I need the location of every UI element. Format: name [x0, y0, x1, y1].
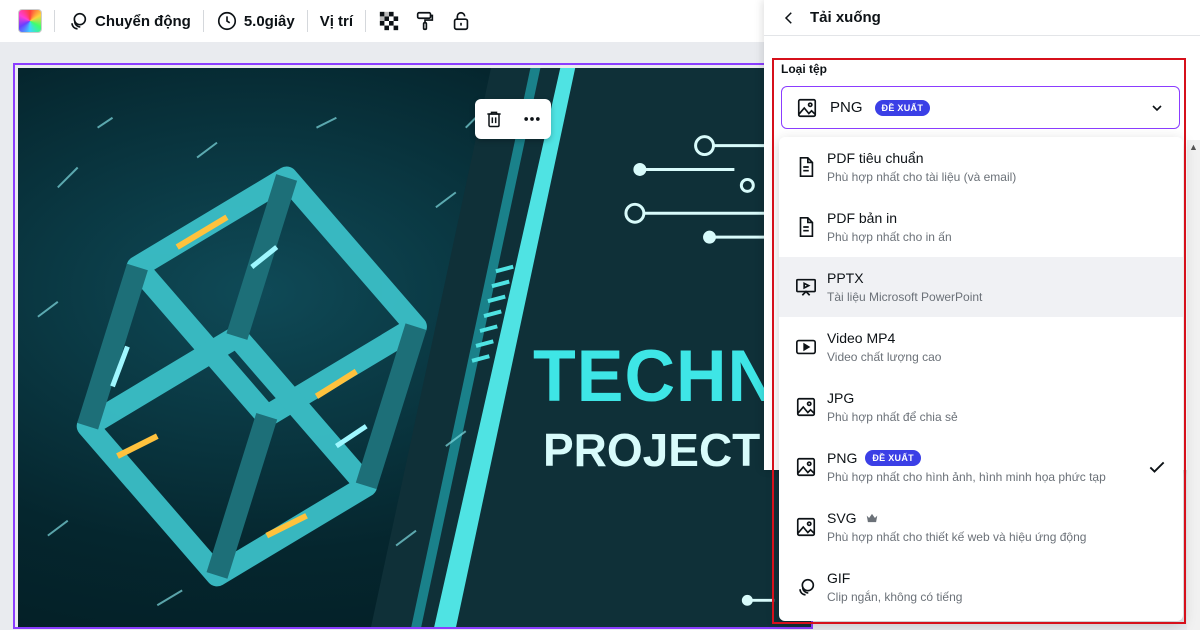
option-description: Tài liệu Microsoft PowerPoint — [827, 290, 983, 304]
option-jpg[interactable]: JPG Phù hợp nhất để chia sẻ — [779, 377, 1183, 437]
file-type-label: Loại tệp — [781, 62, 828, 76]
element-action-bar — [475, 99, 551, 139]
animate-label: Chuyển động — [95, 12, 191, 30]
scroll-up-icon[interactable]: ▲ — [1189, 142, 1198, 152]
option-label: PNG — [827, 450, 858, 466]
delete-button[interactable] — [480, 105, 508, 133]
file-type-selected-value: PNG — [830, 99, 863, 116]
download-panel-header: Tải xuống — [764, 0, 1200, 36]
video-icon — [796, 339, 816, 355]
checkmark-icon — [1149, 461, 1165, 473]
option-svg[interactable]: SVG Phù hợp nhất cho thiết kế web và hiệ… — [779, 497, 1183, 557]
option-description: Phù hợp nhất để chia sẻ — [827, 410, 958, 424]
crown-icon — [866, 513, 877, 523]
document-icon — [799, 217, 814, 237]
option-description: Phù hợp nhất cho hình ảnh, hình minh họa… — [827, 470, 1106, 484]
toolbar-divider — [306, 10, 308, 32]
paint-roller-icon — [416, 11, 434, 31]
option-description: Phù hợp nhất cho in ấn — [827, 230, 952, 244]
download-panel-title: Tải xuống — [810, 9, 881, 26]
option-description: Phù hợp nhất cho thiết kế web và hiệu ứn… — [827, 530, 1087, 544]
option-gif[interactable]: GIF Clip ngắn, không có tiếng — [779, 557, 1183, 617]
lock-button[interactable] — [450, 0, 472, 42]
more-options-button[interactable] — [518, 105, 546, 133]
option-pdf-print[interactable]: PDF bản in Phù hợp nhất cho in ấn — [779, 197, 1183, 257]
color-picker-button[interactable] — [18, 0, 42, 42]
design-canvas[interactable]: TECHNO PROJECT P — [18, 68, 811, 627]
option-description: Clip ngắn, không có tiếng — [827, 590, 963, 604]
image-icon — [796, 517, 816, 537]
toolbar-divider — [202, 10, 204, 32]
option-description: Phù hợp nhất cho tài liệu (và email) — [827, 170, 1017, 184]
image-icon — [797, 98, 817, 117]
option-label: SVG — [827, 510, 857, 526]
animate-button[interactable]: Chuyển động — [67, 0, 191, 42]
animate-icon — [71, 12, 87, 30]
recommended-badge: ĐỀ XUẤT — [865, 450, 921, 466]
duration-label: 5.0giây — [243, 12, 295, 30]
file-type-dropdown: PDF tiêu chuẩn Phù hợp nhất cho tài liệu… — [779, 137, 1183, 621]
option-description: Video chất lượng cao — [827, 350, 942, 364]
option-png[interactable]: PNG ĐỀ XUẤT Phù hợp nhất cho hình ảnh, h… — [779, 437, 1183, 497]
unlock-icon — [453, 11, 469, 31]
option-video-mp4[interactable]: Video MP4 Video chất lượng cao — [779, 317, 1183, 377]
transparency-icon — [379, 11, 399, 31]
image-icon — [796, 397, 816, 417]
option-label: PDF tiêu chuẩn — [827, 150, 924, 166]
design-selection-frame[interactable]: TECHNO PROJECT P — [13, 63, 813, 629]
clock-icon — [217, 11, 236, 31]
panel-scrollbar[interactable]: ▲ — [1187, 140, 1200, 630]
toolbar-divider — [54, 10, 55, 32]
file-type-select[interactable]: PNG ĐỀ XUẤT — [781, 86, 1180, 129]
transparency-button[interactable] — [378, 0, 400, 42]
document-icon — [799, 157, 814, 177]
presentation-icon — [796, 278, 816, 296]
option-pdf-standard[interactable]: PDF tiêu chuẩn Phù hợp nhất cho tài liệu… — [779, 137, 1183, 197]
option-label: PDF bản in — [827, 210, 898, 226]
paint-format-button[interactable] — [414, 0, 436, 42]
recommended-badge: ĐỀ XUẤT — [874, 99, 931, 116]
chevron-down-icon — [1152, 105, 1162, 112]
position-button[interactable]: Vị trí — [320, 0, 353, 42]
option-label: JPG — [827, 390, 855, 406]
option-pptx[interactable]: PPTX Tài liệu Microsoft PowerPoint — [779, 257, 1183, 317]
option-label: GIF — [827, 570, 851, 586]
toolbar-divider — [365, 10, 367, 32]
back-arrow-icon[interactable] — [780, 9, 798, 27]
position-label: Vị trí — [319, 12, 354, 30]
option-label: PPTX — [827, 270, 864, 286]
option-label: Video MP4 — [827, 330, 896, 346]
image-icon — [796, 457, 816, 477]
color-swatch-icon — [18, 9, 42, 33]
gif-icon — [799, 578, 815, 596]
duration-button[interactable]: 5.0giây — [216, 0, 295, 42]
trash-icon — [487, 111, 501, 128]
more-horizontal-icon — [524, 117, 540, 121]
